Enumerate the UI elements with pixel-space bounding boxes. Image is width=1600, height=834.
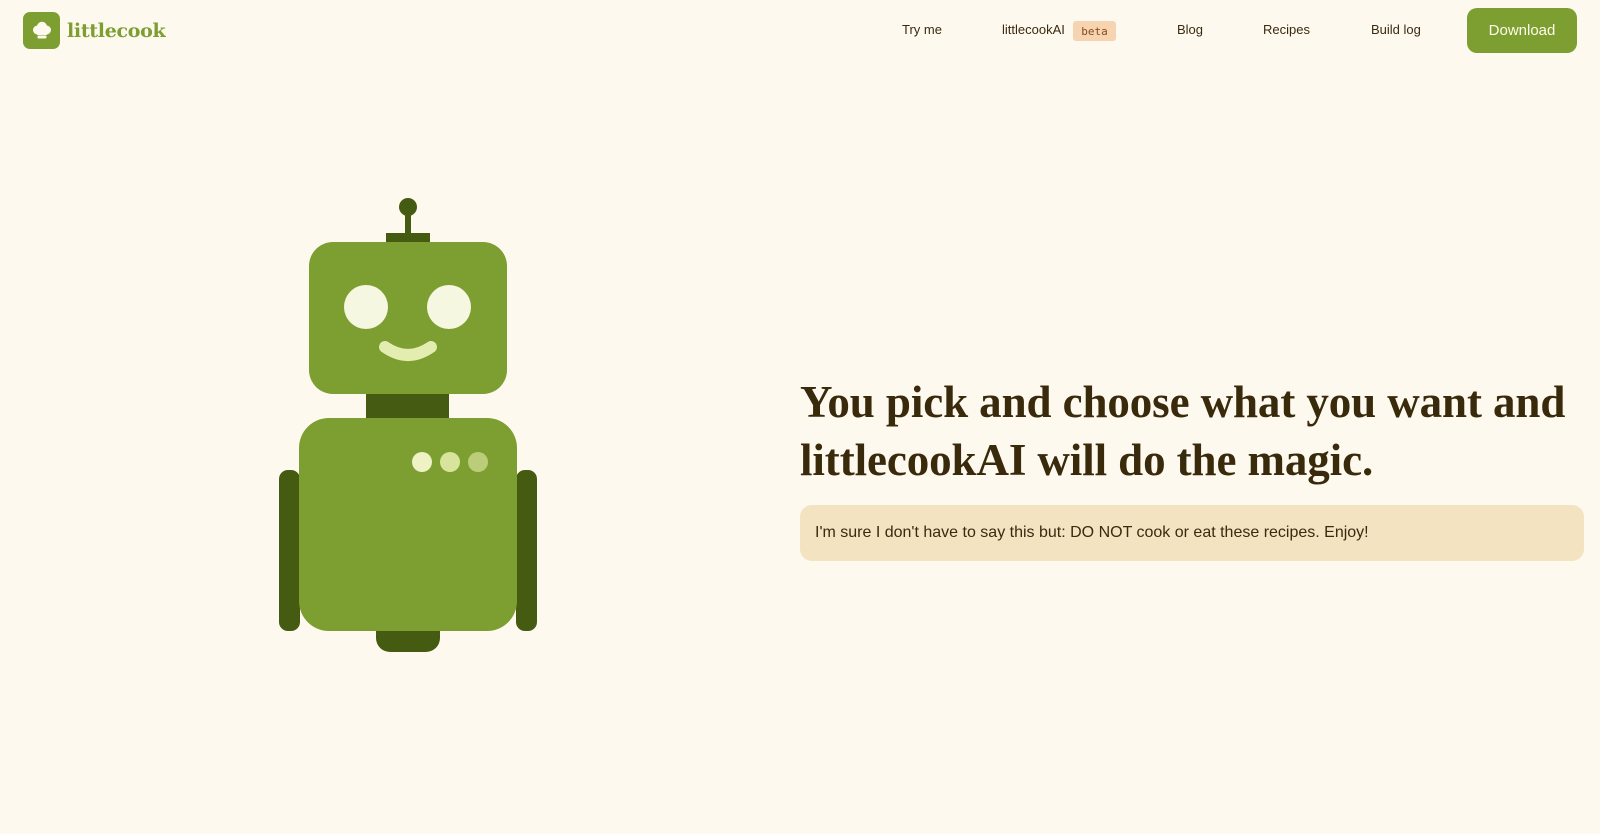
- logo-link[interactable]: littlecook: [23, 12, 166, 49]
- robot-illustration: [279, 198, 537, 652]
- robot-light-3: [468, 452, 488, 472]
- nav-try-me[interactable]: Try me: [902, 21, 942, 39]
- hero-headline-line-1: You pick and choose what you want and: [800, 377, 1566, 427]
- disclaimer-text: I'm sure I don't have to say this but: D…: [815, 524, 1369, 541]
- brand-name: littlecook: [67, 19, 166, 42]
- robot-right-eye: [427, 285, 471, 329]
- nav-build-log[interactable]: Build log: [1371, 21, 1421, 39]
- robot-neck: [366, 394, 449, 420]
- beta-badge: beta: [1073, 21, 1116, 41]
- robot-antenna-stem: [405, 211, 411, 233]
- hero-headline: You pick and choose what you want and li…: [800, 373, 1600, 489]
- robot-light-2: [440, 452, 460, 472]
- robot-left-eye: [344, 285, 388, 329]
- nav-blog[interactable]: Blog: [1177, 21, 1203, 39]
- download-button[interactable]: Download: [1467, 8, 1577, 53]
- chef-hat-icon: [23, 12, 60, 49]
- nav-littlecookai[interactable]: littlecookAI: [1002, 21, 1065, 39]
- robot-left-arm: [279, 470, 300, 631]
- disclaimer-notice: I'm sure I don't have to say this but: D…: [800, 505, 1584, 561]
- robot-right-arm: [516, 470, 537, 631]
- site-header: littlecook Try me littlecookAI beta Blog…: [0, 0, 1600, 62]
- robot-light-1: [412, 452, 432, 472]
- nav-recipes[interactable]: Recipes: [1263, 21, 1310, 39]
- hero-headline-line-2: littlecookAI will do the magic.: [800, 435, 1374, 485]
- robot-antenna-base: [386, 233, 430, 242]
- robot-body: [299, 418, 517, 631]
- robot-head: [309, 242, 507, 394]
